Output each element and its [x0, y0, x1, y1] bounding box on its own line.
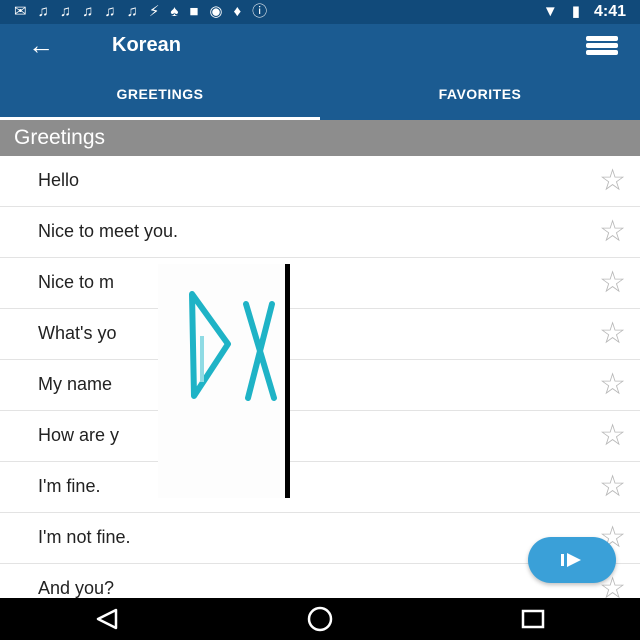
- list-item[interactable]: How are y ☆: [0, 411, 640, 462]
- phrase-label: What's yo: [38, 323, 117, 343]
- tab-greetings[interactable]: GREETINGS: [0, 68, 320, 120]
- system-nav-bar: [0, 598, 640, 640]
- shirt-icon: ♠: [170, 3, 179, 20]
- chat-icon: ✉: [14, 3, 27, 20]
- star-outline-icon[interactable]: ☆: [599, 472, 626, 502]
- system-icons: ▼ ▮ 4:41: [543, 0, 640, 24]
- fox-icon: ♦: [233, 3, 242, 20]
- phrase-label: And you?: [38, 578, 115, 598]
- recents-square-icon[interactable]: [513, 599, 553, 639]
- star-outline-icon[interactable]: ☆: [599, 319, 626, 349]
- star-outline-icon[interactable]: ☆: [599, 421, 626, 451]
- status-bar: ✉ ♫ ♫ ♫ ♫ ♫ ⚡ ♠ ■ ◉ ♦ ⓘ ▼ ▮ 4:41: [0, 0, 640, 24]
- phrase-label: My name: [38, 374, 113, 394]
- star-outline-icon[interactable]: ☆: [599, 370, 626, 400]
- music-icon: ♫: [37, 3, 49, 20]
- phrase-label: Nice to meet you.: [38, 221, 179, 241]
- app-bar: ← Korean: [0, 24, 640, 68]
- notification-icons: ✉ ♫ ♫ ♫ ♫ ♫ ⚡ ♠ ■ ◉ ♦ ⓘ: [0, 0, 267, 24]
- section-header: Greetings: [0, 120, 640, 156]
- back-arrow-icon[interactable]: ←: [28, 32, 54, 58]
- ad-logo-icon: [189, 291, 277, 401]
- list-item[interactable]: I'm fine. ☆: [0, 462, 640, 513]
- music-icon: ♫: [126, 3, 138, 20]
- list-item[interactable]: Nice to meet you. ☆: [0, 207, 640, 258]
- phrase-label: Hello: [38, 170, 80, 190]
- play-button[interactable]: [528, 537, 616, 583]
- phrase-label: Nice to m: [38, 272, 115, 292]
- info-icon: ⓘ: [252, 3, 268, 20]
- headset-icon: ◉: [209, 3, 223, 20]
- tab-favorites[interactable]: FAVORITES: [320, 68, 640, 120]
- facebook-icon: ■: [189, 3, 199, 20]
- battery-icon: ▮: [571, 3, 580, 20]
- list-item[interactable]: Nice to m ☆: [0, 258, 640, 309]
- ad-overlay[interactable]: [158, 264, 290, 498]
- phrase-label: I'm not fine.: [38, 527, 131, 547]
- music-icon: ♫: [59, 3, 72, 20]
- phrase-label: I'm fine.: [38, 476, 101, 496]
- back-triangle-icon[interactable]: [87, 599, 127, 639]
- list-item[interactable]: Hello ☆: [0, 156, 640, 207]
- home-circle-icon[interactable]: [300, 599, 340, 639]
- music-icon: ♫: [104, 3, 116, 20]
- list-item[interactable]: My name ☆: [0, 360, 640, 411]
- phrase-label: How are y: [38, 425, 120, 445]
- star-outline-icon[interactable]: ☆: [599, 217, 626, 247]
- tab-bar: GREETINGS FAVORITES: [0, 68, 640, 120]
- music-icon: ♫: [82, 3, 94, 20]
- play-icon: [561, 553, 581, 567]
- stack-menu-icon[interactable]: [586, 36, 618, 56]
- usb-icon: ⚡: [148, 3, 160, 20]
- star-outline-icon[interactable]: ☆: [599, 268, 626, 298]
- wifi-icon: ▼: [542, 3, 558, 20]
- star-outline-icon[interactable]: ☆: [599, 166, 626, 196]
- list-item[interactable]: What's yo ☆: [0, 309, 640, 360]
- ad-divider: [285, 264, 290, 498]
- clock: 4:41: [593, 3, 626, 20]
- page-title: Korean: [112, 34, 181, 56]
